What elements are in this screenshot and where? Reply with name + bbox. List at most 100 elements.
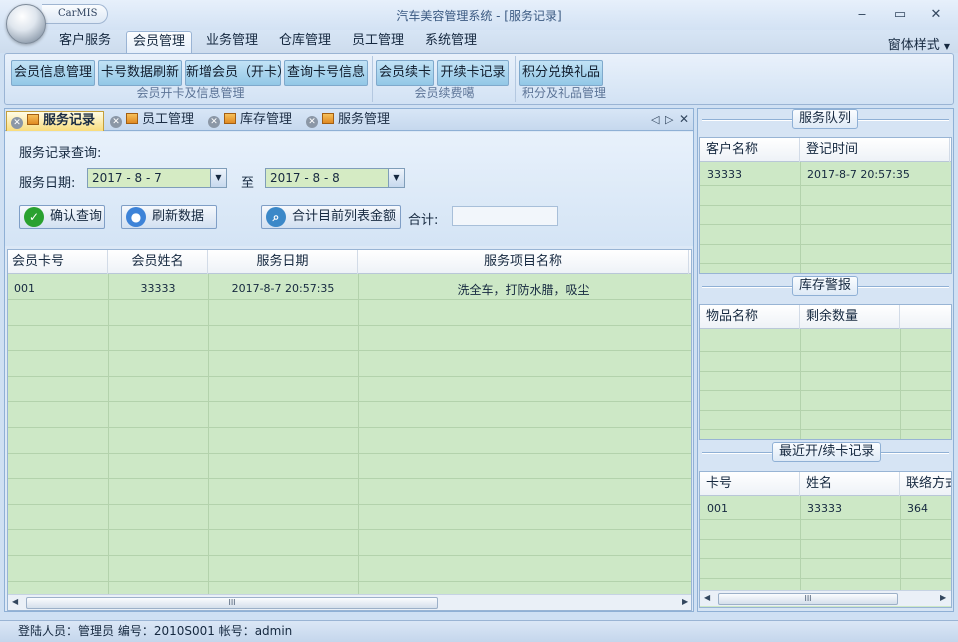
doc-tab-service-management[interactable]: ✕ 服务管理: [302, 111, 398, 131]
grid-row-line: [700, 224, 951, 226]
close-icon[interactable]: ✕: [926, 6, 946, 24]
document-icon: [322, 113, 334, 124]
grid-row-line: [700, 409, 951, 411]
redeem-gift-button[interactable]: 积分兑换礼品: [519, 60, 603, 86]
column-header-service-date[interactable]: 服务日期: [208, 250, 358, 274]
grid-column-line: [900, 496, 901, 590]
ribbon-group-renewal: 会员续卡 开续卡记录 会员续费噶: [374, 56, 516, 102]
scroll-right-icon[interactable]: ▶: [682, 597, 691, 606]
status-bar: 登陆人员：管理员 编号：2010S001 帐号：admin: [0, 620, 958, 642]
add-member-button[interactable]: 新增会员（开卡）: [185, 60, 290, 86]
column-header-service-item[interactable]: 服务项目名称: [358, 250, 689, 274]
refresh-card-data-button[interactable]: 卡号数据刷新: [98, 60, 182, 86]
stock-alert-title: 库存警报: [792, 276, 859, 296]
query-area: 服务记录查询: 服务日期: 2017 - 8 - 7 ▼ 至 2017 - 8 -…: [5, 132, 693, 246]
search-icon: ⌕: [266, 207, 286, 227]
tab-system-management[interactable]: 系统管理: [418, 31, 484, 53]
cell-register-time: 2017-8-7 20:57:35: [807, 168, 910, 181]
ribbon-group-member-cards: 会员信息管理 卡号数据刷新 新增会员（开卡） 查询卡号信息 会员开卡及信息管理: [9, 56, 373, 102]
ribbon-group-points: 积分兑换礼品 积分及礼品管理: [517, 56, 611, 102]
close-tab-icon[interactable]: ✕: [208, 116, 220, 128]
window-style-menu[interactable]: 窗体样式 ▼: [888, 34, 950, 53]
ribbon-tab-row: 客户服务 会员管理 业务管理 仓库管理 员工管理 系统管理 窗体样式 ▼: [0, 30, 958, 53]
tab-business-management[interactable]: 业务管理: [199, 31, 265, 53]
recent-cards-section-header: 最近开/续卡记录: [698, 442, 953, 464]
grid-row-line: [8, 452, 691, 454]
column-header-register-time[interactable]: 登记时间: [800, 138, 950, 162]
service-record-grid[interactable]: 会员卡号 会员姓名 服务日期 服务项目名称 001 33333 2017-8-7…: [7, 249, 692, 611]
cell-service-date: 2017-8-7 20:57:35: [231, 282, 335, 295]
stock-alert-grid[interactable]: 物品名称 剩余数量: [699, 304, 952, 440]
close-tab-icon[interactable]: ✕: [11, 117, 23, 129]
grid-column-line: [800, 329, 801, 439]
dropdown-arrow-icon[interactable]: ▼: [210, 169, 226, 187]
grid-row-line: [8, 580, 691, 582]
to-label: 至: [241, 176, 255, 191]
close-tab-icon[interactable]: ✕: [110, 116, 122, 128]
grid-row-line: [8, 478, 691, 480]
queue-section-header: 服务队列: [698, 109, 953, 131]
column-header-member-name[interactable]: 会员姓名: [108, 250, 208, 274]
grid-row-line: [700, 577, 951, 579]
scroll-left-icon[interactable]: ◀: [12, 597, 22, 606]
tab-scroll-left-icon[interactable]: ◁: [651, 113, 659, 126]
grid-row-line: [700, 185, 951, 186]
doc-tab-label: 服务记录: [43, 113, 96, 128]
column-header-contact[interactable]: 联络方式: [900, 472, 951, 496]
maximize-icon[interactable]: ▭: [890, 6, 910, 24]
doc-tab-stock-management[interactable]: ✕ 库存管理: [204, 111, 300, 131]
close-document-icon[interactable]: ✕: [679, 112, 689, 126]
scroll-left-icon[interactable]: ◀: [704, 593, 714, 602]
document-icon: [224, 113, 236, 124]
total-field[interactable]: [452, 206, 558, 226]
close-tab-icon[interactable]: ✕: [306, 116, 318, 128]
doc-tab-label: 服务管理: [338, 112, 391, 127]
confirm-query-button[interactable]: ✓ 确认查询: [19, 205, 105, 229]
scrollbar-thumb[interactable]: III: [26, 597, 438, 609]
document-panel: ✕ 服务记录 ✕ 员工管理 ✕ 库存管理 ✕ 服务管理 ◁ ▷ ✕ 服务记录查询: 服务…: [4, 108, 694, 612]
grid-row-line: [8, 427, 691, 428]
tab-customer-service[interactable]: 客户服务: [52, 31, 118, 53]
scroll-right-icon[interactable]: ▶: [940, 593, 950, 602]
column-header-customer-name[interactable]: 客户名称: [700, 138, 800, 162]
grid-column-line: [358, 274, 359, 594]
queue-grid[interactable]: 客户名称 登记时间 33333 2017-8-7 20:57:35: [699, 137, 952, 274]
column-header-name[interactable]: 姓名: [800, 472, 900, 496]
minimize-icon[interactable]: ‒: [852, 6, 872, 24]
sum-amount-button[interactable]: ⌕ 合计目前列表金额: [261, 205, 401, 229]
window-title: 汽车美容管理系统 - [服务记录]: [396, 9, 562, 23]
grid-row-line: [700, 204, 951, 206]
card-record-button[interactable]: 开续卡记录: [437, 60, 509, 86]
tab-staff-management[interactable]: 员工管理: [345, 31, 411, 53]
horizontal-scrollbar[interactable]: ◀ III ▶: [8, 594, 691, 610]
column-header-card-no[interactable]: 会员卡号: [8, 250, 108, 274]
scrollbar-thumb[interactable]: III: [718, 593, 898, 605]
renew-card-button[interactable]: 会员续卡: [376, 60, 434, 86]
recent-cards-grid[interactable]: 卡号 姓名 联络方式 001 33333 364 ◀ III ▶: [699, 471, 952, 608]
tab-scroll-right-icon[interactable]: ▷: [665, 113, 673, 126]
refresh-data-button[interactable]: ● 刷新数据: [121, 205, 217, 229]
member-info-button[interactable]: 会员信息管理: [11, 60, 95, 86]
column-header-remaining-qty[interactable]: 剩余数量: [800, 305, 900, 329]
horizontal-scrollbar[interactable]: ◀ III ▶: [700, 590, 951, 606]
column-header-item-name[interactable]: 物品名称: [700, 305, 800, 329]
cell-customer-name: 33333: [707, 168, 742, 181]
tab-warehouse-management[interactable]: 仓库管理: [272, 31, 338, 53]
query-card-button[interactable]: 查询卡号信息: [284, 60, 368, 86]
ribbon-group-label: 积分及礼品管理: [521, 86, 606, 100]
cell-service-item: 洗全车，打防水腊，吸尘: [457, 283, 590, 297]
query-section-label: 服务记录查询:: [19, 146, 102, 161]
dropdown-arrow-icon[interactable]: ▼: [388, 169, 404, 187]
date-to-picker[interactable]: 2017 - 8 - 8 ▼: [265, 168, 405, 188]
grid-column-line: [800, 162, 801, 273]
column-header-card-no[interactable]: 卡号: [700, 472, 800, 496]
date-label: 服务日期:: [19, 176, 76, 191]
doc-tab-staff-management[interactable]: ✕ 员工管理: [106, 111, 202, 131]
doc-tab-service-record[interactable]: ✕ 服务记录: [6, 111, 104, 131]
tab-member-management[interactable]: 会员管理: [126, 31, 192, 53]
grid-row-line: [8, 350, 691, 352]
application-menu-button[interactable]: [6, 4, 46, 44]
cell-card-no: 001: [14, 282, 35, 295]
grid-row-line: [700, 519, 951, 520]
date-from-picker[interactable]: 2017 - 8 - 7 ▼: [87, 168, 227, 188]
